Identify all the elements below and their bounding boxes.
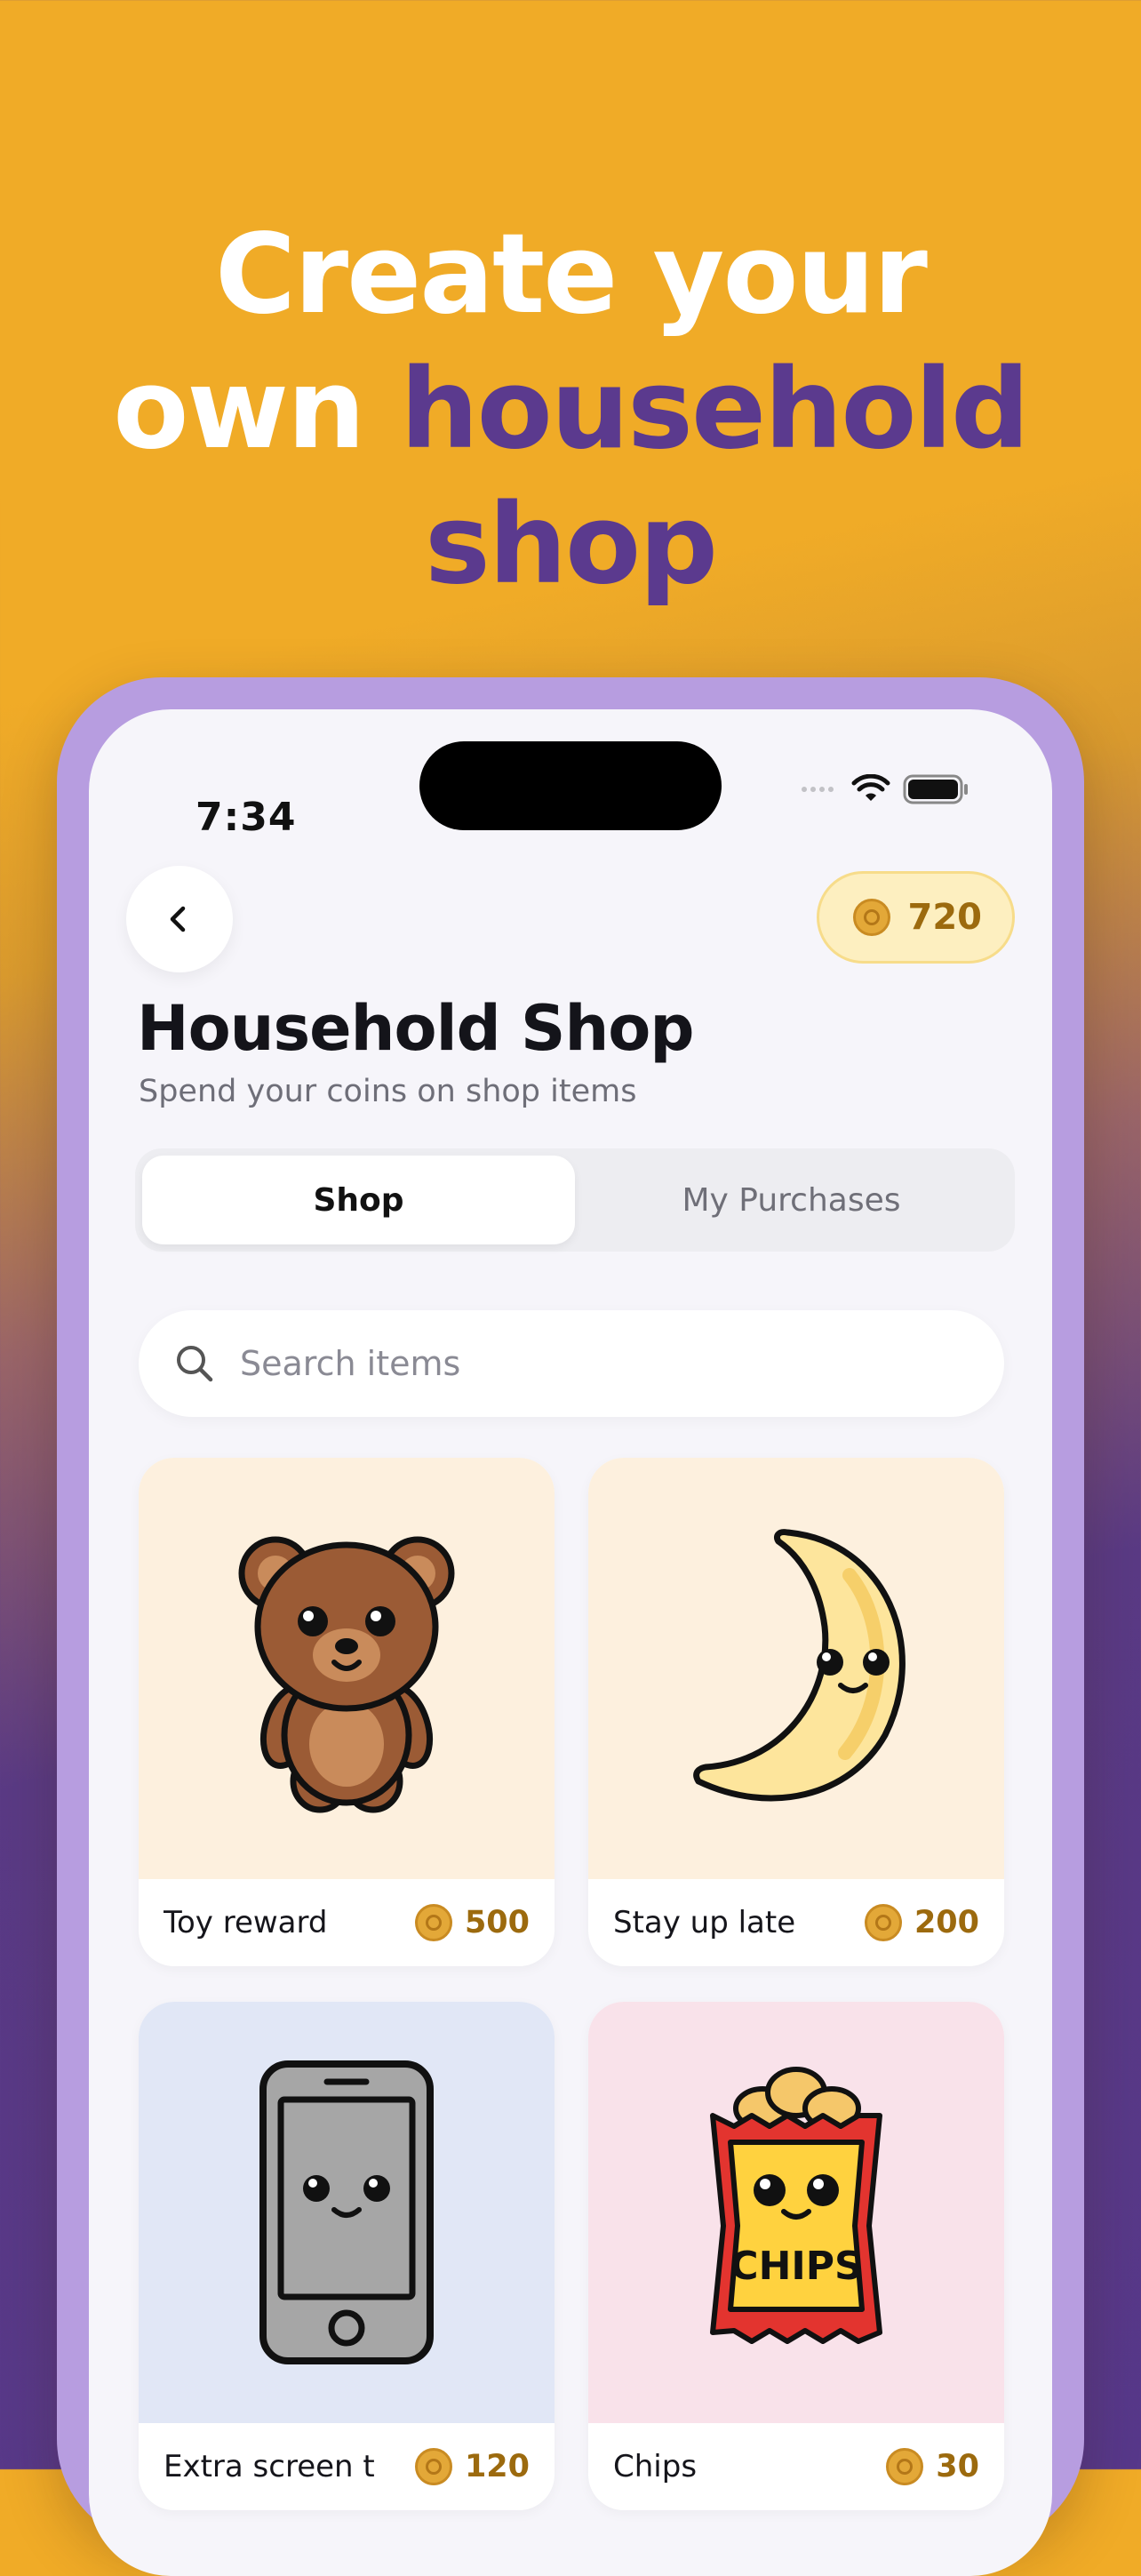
item-image [139, 1458, 555, 1879]
status-time: 7:34 [195, 795, 297, 840]
page-title: Household Shop [137, 992, 694, 1065]
shop-item-card[interactable]: Toy reward 500 [139, 1458, 555, 1966]
shop-item-card[interactable]: Extra screen t 120 [139, 2002, 555, 2510]
battery-icon [903, 774, 968, 804]
moon-icon [693, 1529, 906, 1802]
item-name: Chips [613, 2449, 698, 2484]
search-bar[interactable] [139, 1310, 1004, 1417]
back-button[interactable] [126, 866, 233, 972]
item-footer: Chips 30 [588, 2423, 1004, 2510]
search-input[interactable] [238, 1343, 935, 1384]
smartphone-icon [259, 2060, 434, 2364]
chevron-left-icon [170, 906, 186, 932]
item-image [139, 2002, 555, 2423]
coin-icon [886, 2448, 924, 2485]
status-icons [802, 773, 970, 805]
item-price-value: 200 [914, 1905, 979, 1940]
tab-switcher: Shop My Purchases [135, 1148, 1015, 1252]
item-price-value: 120 [464, 2449, 530, 2484]
item-name: Extra screen t [164, 2449, 375, 2484]
item-image: CHIPS [588, 2002, 1004, 2423]
headline-line1: Create your [215, 211, 928, 340]
shop-item-card[interactable]: Stay up late 200 [588, 1458, 1004, 1966]
headline-line2-prefix: own [113, 346, 401, 475]
item-price: 30 [886, 2448, 979, 2485]
chips-bag-label: CHIPS [730, 2244, 862, 2289]
coin-icon [852, 899, 890, 936]
dynamic-island [419, 741, 722, 830]
coin-balance: 720 [907, 897, 983, 938]
chips-bag-icon: CHIPS [710, 2067, 882, 2344]
item-price: 500 [414, 1904, 530, 1941]
marketing-headline: Create your own household shop [0, 207, 1141, 612]
item-price: 120 [414, 2448, 530, 2485]
item-footer: Stay up late 200 [588, 1879, 1004, 1966]
search-icon [177, 1346, 213, 1382]
item-price: 200 [864, 1904, 979, 1941]
headline-highlight: household [400, 346, 1029, 475]
item-image [588, 1458, 1004, 1879]
coin-balance-badge[interactable]: 720 [816, 871, 1015, 964]
item-footer: Extra screen t 120 [139, 2423, 555, 2510]
item-price-value: 500 [464, 1905, 530, 1940]
app-screen: 7:34 720 Household Shop Spend your coins… [89, 709, 1052, 2576]
coin-icon [414, 1904, 452, 1941]
coin-icon [864, 1904, 902, 1941]
item-name: Stay up late [613, 1905, 796, 1940]
shop-item-card[interactable]: CHIPS Chips 30 [588, 2002, 1004, 2510]
phone-frame: 7:34 720 Household Shop Spend your coins… [57, 677, 1084, 2576]
page-subtitle: Spend your coins on shop items [139, 1074, 637, 1109]
tab-my-purchases[interactable]: My Purchases [575, 1156, 1008, 1244]
item-name: Toy reward [164, 1905, 328, 1940]
item-footer: Toy reward 500 [139, 1879, 555, 1966]
wifi-icon [851, 774, 890, 801]
teddy-bear-icon [238, 1536, 455, 1813]
cellular-signal-icon [802, 787, 834, 792]
tab-shop[interactable]: Shop [142, 1156, 575, 1244]
coin-icon [414, 2448, 452, 2485]
item-price-value: 30 [936, 2449, 979, 2484]
headline-line3: shop [424, 481, 718, 610]
